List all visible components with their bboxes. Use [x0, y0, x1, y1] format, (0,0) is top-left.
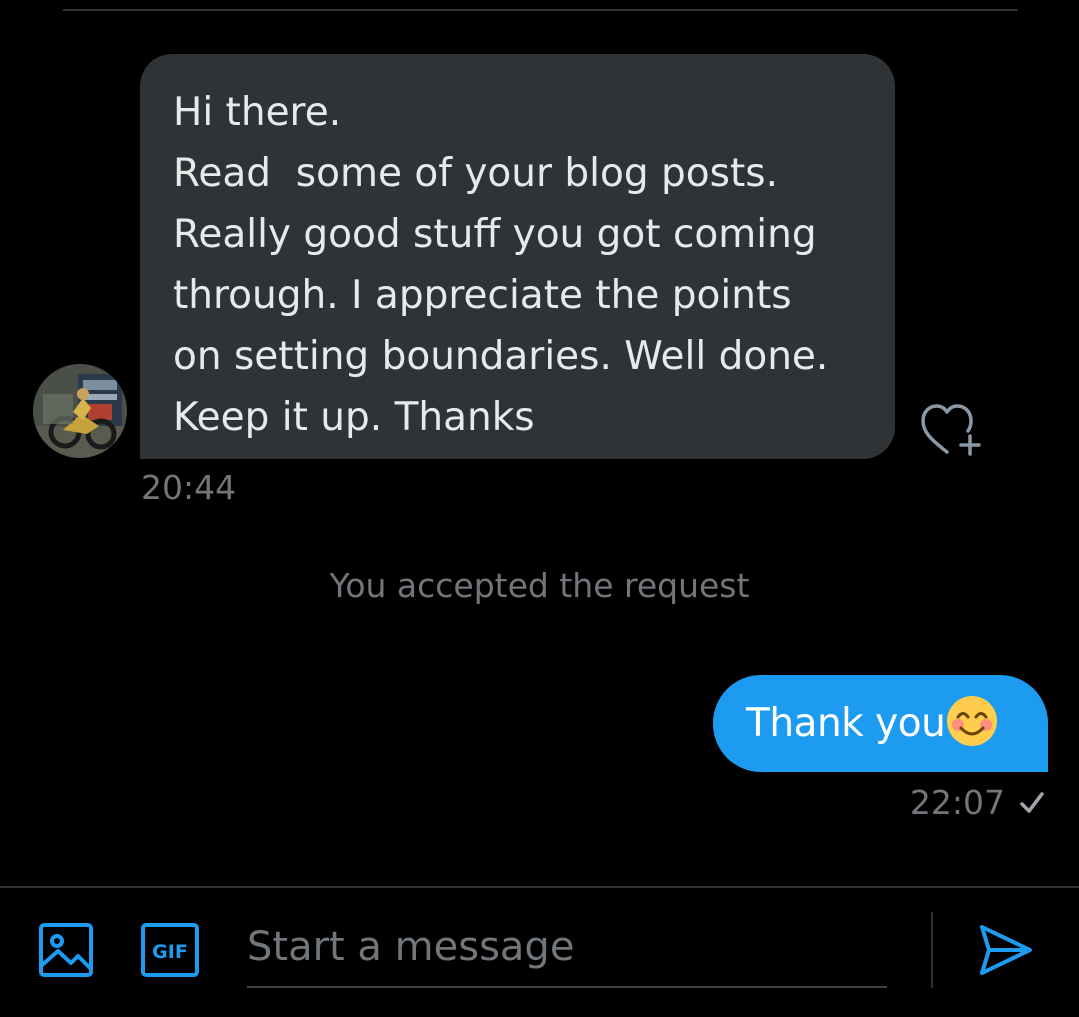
- received-message-line: Hi there.: [173, 90, 342, 135]
- add-media-button[interactable]: [38, 922, 94, 978]
- sent-message-meta: 22:07: [910, 783, 1045, 822]
- received-message-line: Keep it up. Thanks: [173, 395, 535, 440]
- sent-message-text: Thank you: [746, 701, 946, 746]
- top-divider: [63, 9, 1018, 11]
- gif-label: GIF: [152, 941, 188, 963]
- heart-plus-icon: [921, 404, 981, 456]
- received-message-line: Really good stuff you got coming: [173, 212, 817, 257]
- send-icon: [980, 925, 1032, 975]
- received-message-line: Read some of your blog posts.: [173, 151, 778, 196]
- add-gif-button[interactable]: GIF: [140, 922, 200, 978]
- sent-timestamp: 22:07: [909, 783, 1005, 822]
- image-icon: [39, 923, 93, 977]
- smiling-face-emoji-icon: [947, 695, 998, 746]
- sender-avatar[interactable]: [33, 364, 127, 458]
- received-message-line: through. I appreciate the points: [173, 273, 792, 318]
- avatar-image: [33, 364, 127, 458]
- gif-icon: GIF: [141, 923, 199, 977]
- request-accepted-notice: You accepted the request: [329, 566, 750, 605]
- composer-separator: [931, 912, 933, 988]
- add-reaction-button[interactable]: [918, 400, 984, 456]
- sent-message-bubble[interactable]: Thank you: [713, 675, 1048, 772]
- check-icon: [1020, 791, 1044, 813]
- received-timestamp: 20:44: [141, 468, 237, 507]
- received-message-bubble[interactable]: Hi there. Read some of your blog posts. …: [140, 54, 895, 459]
- received-message-line: on setting boundaries. Well done.: [173, 334, 829, 379]
- message-composer: GIF: [0, 888, 1079, 1017]
- send-button[interactable]: [977, 922, 1035, 978]
- message-input[interactable]: [247, 908, 887, 988]
